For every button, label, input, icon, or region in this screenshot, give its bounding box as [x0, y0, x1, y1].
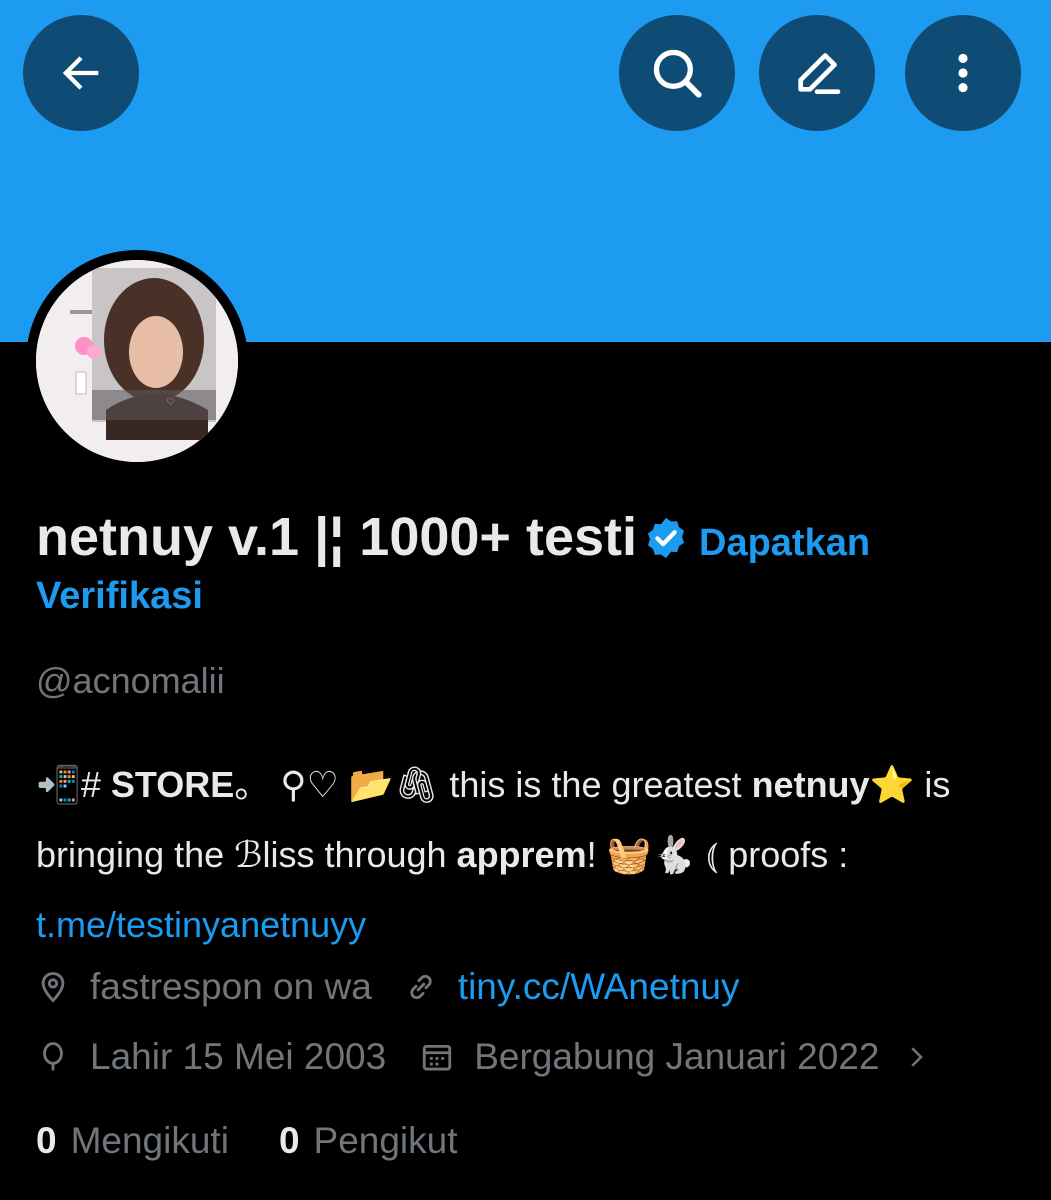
location: fastrespon on wa [36, 966, 372, 1008]
following-label: Mengikuti [70, 1120, 229, 1161]
followers-label: Pengikut [313, 1120, 458, 1161]
link-icon [410, 974, 432, 1000]
following-link[interactable]: 0 Mengikuti [36, 1120, 229, 1162]
bio-text-1: 📲# [36, 764, 111, 805]
avatar[interactable]: ♡ [36, 260, 238, 462]
bio-bold-netnuy: netnuy [751, 764, 870, 805]
svg-text:♡: ♡ [166, 397, 175, 408]
follow-stats: 0 Mengikuti 0 Pengikut [36, 1120, 458, 1162]
following-count: 0 [36, 1120, 57, 1161]
pencil-icon [798, 53, 841, 94]
location-icon [41, 972, 65, 1003]
more-vertical-icon [958, 53, 968, 93]
username-handle: @acnomalii [36, 660, 225, 701]
back-button[interactable] [23, 15, 139, 131]
location-text: fastrespon on wa [90, 966, 372, 1007]
meta-row-1: fastrespon on wa tiny.cc/WAnetnuy [36, 966, 740, 1008]
followers-link[interactable]: 0 Pengikut [279, 1120, 458, 1162]
more-button[interactable] [905, 15, 1021, 131]
chevron-right-icon [911, 1047, 924, 1067]
search-button[interactable] [619, 15, 735, 131]
bio-bold-apprem: apprem [456, 834, 587, 875]
meta-row-2: Lahir 15 Mei 2003 Bergabung Januari 2022 [36, 1036, 931, 1078]
bio-link[interactable]: t.me/testinyanetnuyy [36, 904, 366, 945]
joined-date[interactable]: Bergabung Januari 2022 [420, 1036, 931, 1078]
display-name-row: netnuy v.1 |¦ 1000+ testi Dapatkan [36, 506, 1026, 574]
birthday-text: Lahir 15 Mei 2003 [90, 1036, 387, 1077]
edit-button[interactable] [759, 15, 875, 131]
website[interactable]: tiny.cc/WAnetnuy [404, 966, 740, 1008]
calendar-icon [423, 1044, 452, 1071]
followers-count: 0 [278, 1120, 300, 1161]
joined-text: Bergabung Januari 2022 [474, 1036, 880, 1077]
avatar-image: ♡ [36, 260, 238, 462]
website-link[interactable]: tiny.cc/WAnetnuy [458, 966, 740, 1008]
bio-text-4: ! 🧺🐇 ⦅ proofs : [586, 834, 849, 875]
birthday: Lahir 15 Mei 2003 [36, 1036, 386, 1078]
balloon-icon [43, 1042, 63, 1071]
display-name: netnuy v.1 |¦ 1000+ testi [36, 507, 637, 567]
get-verified-link-line2[interactable]: Verifikasi [36, 575, 203, 618]
verified-badge-icon[interactable] [643, 515, 689, 561]
bio-text-2: 。 ⚲♡ 📂🖇 this is the greatest [234, 764, 752, 805]
search-icon [653, 49, 702, 98]
arrow-left-icon [62, 56, 99, 90]
bio: 📲# STORE。 ⚲♡ 📂🖇 this is the greatest net… [36, 750, 1026, 960]
bio-bold-store: STORE [110, 764, 235, 805]
get-verified-link[interactable]: Dapatkan [699, 522, 870, 564]
